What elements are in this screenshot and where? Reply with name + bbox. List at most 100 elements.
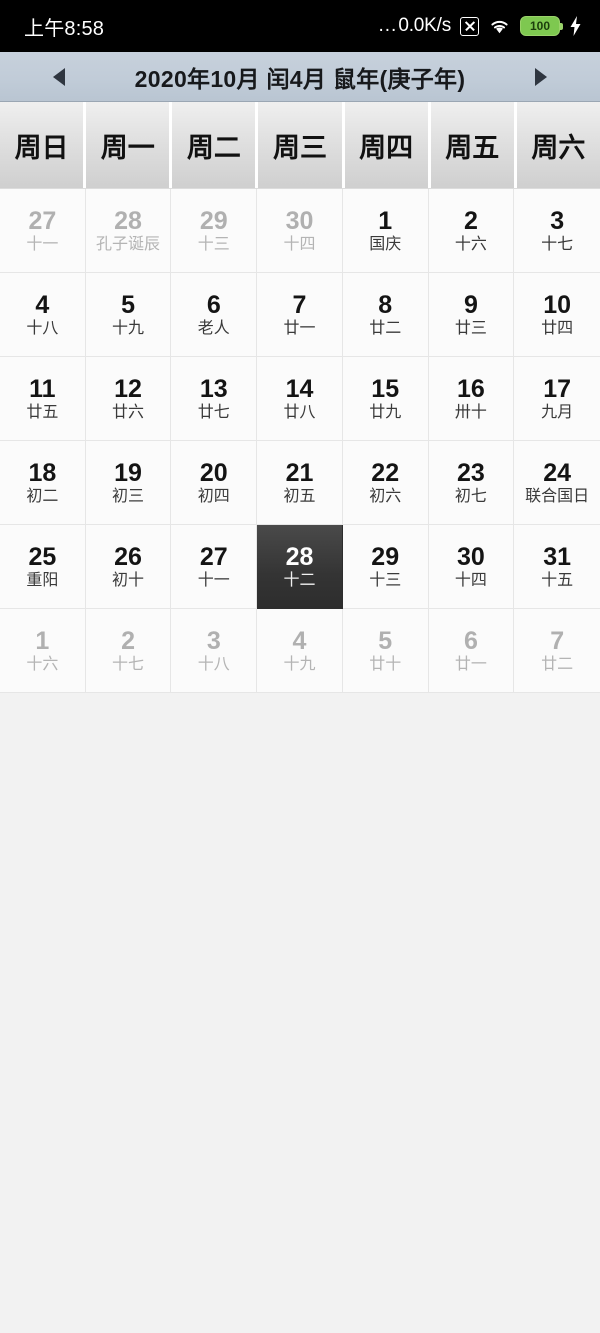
day-cell[interactable]: 30 十四: [257, 189, 343, 273]
day-cell[interactable]: 8 廿二: [342, 273, 429, 357]
day-cell[interactable]: 27 十一: [171, 525, 258, 609]
day-cell[interactable]: 10 廿四: [514, 273, 600, 357]
day-number: 31: [543, 542, 572, 571]
day-lunar-label: 廿二: [541, 655, 574, 673]
day-lunar-label: 国庆: [369, 235, 402, 253]
day-number: 5: [121, 290, 136, 319]
chevron-right-icon: [534, 67, 547, 86]
day-lunar-label: 十八: [197, 655, 230, 673]
day-cell[interactable]: 28 孔子诞辰: [85, 189, 172, 273]
day-cell[interactable]: 31 十五: [514, 525, 600, 609]
status-bar: 上午8:58 ... 0.0K/s 100: [0, 0, 600, 52]
day-lunar-label: 十五: [541, 571, 574, 589]
weekday-header-1: 周一: [86, 102, 170, 188]
day-lunar-label: 十六: [454, 235, 487, 253]
calendar-title-bar: 2020年10月 闰4月 鼠年(庚子年): [0, 52, 600, 102]
day-lunar-label: 初四: [197, 487, 230, 505]
day-cell[interactable]: 5 十九: [85, 273, 172, 357]
day-cell[interactable]: 17 九月: [514, 357, 600, 441]
day-cell[interactable]: 22 初六: [342, 441, 429, 525]
weekday-header-row: 周日 周一 周二 周三 周四 周五 周六: [0, 102, 600, 188]
day-lunar-label: 廿五: [26, 403, 59, 421]
day-cell[interactable]: 4 十九: [257, 609, 343, 693]
day-lunar-label: 十二: [283, 571, 316, 589]
day-number: 4: [292, 626, 307, 655]
day-cell[interactable]: 30 十四: [428, 525, 515, 609]
day-cell[interactable]: 1 国庆: [342, 189, 429, 273]
network-activity-dots-icon: ...: [378, 15, 398, 36]
day-cell[interactable]: 2 十七: [85, 609, 172, 693]
day-cell[interactable]: 15 廿九: [342, 357, 429, 441]
network-speed-value: 0.0K/s: [398, 15, 451, 36]
day-cell[interactable]: 28 十二: [257, 525, 343, 609]
day-lunar-label: 孔子诞辰: [96, 235, 161, 253]
content-area: [0, 693, 600, 1333]
day-lunar-label: 廿六: [112, 403, 145, 421]
day-cell[interactable]: 18 初二: [0, 441, 86, 525]
day-cell[interactable]: 20 初四: [171, 441, 258, 525]
day-number: 28: [114, 206, 142, 235]
day-lunar-label: 初五: [283, 487, 316, 505]
day-cell[interactable]: 16 卅十: [428, 357, 515, 441]
weekday-header-2: 周二: [172, 102, 256, 188]
day-number: 29: [371, 542, 400, 571]
day-number: 18: [28, 458, 57, 487]
day-cell[interactable]: 1 十六: [0, 609, 86, 693]
day-number: 3: [206, 626, 221, 655]
day-number: 25: [28, 542, 57, 571]
day-number: 2: [121, 626, 136, 655]
battery-icon: 100: [520, 16, 563, 36]
day-number: 26: [114, 542, 142, 571]
day-cell[interactable]: 7 廿二: [514, 609, 600, 693]
day-number: 7: [292, 290, 307, 319]
charging-bolt-icon: [570, 16, 581, 36]
day-cell[interactable]: 9 廿三: [428, 273, 515, 357]
day-number: 4: [35, 290, 50, 319]
day-cell[interactable]: 3 十七: [514, 189, 600, 273]
calendar-grid: 27 十一 28 孔子诞辰 29 十三 30 十四 1 国庆 2 十六 3 十七 4 十八 5 十九 6 老人 7 廿一 8…: [0, 188, 600, 693]
day-cell[interactable]: 25 重阳: [0, 525, 86, 609]
wifi-icon: [491, 20, 508, 34]
day-lunar-label: 十一: [26, 235, 59, 253]
day-lunar-label: 廿七: [197, 403, 230, 421]
day-cell[interactable]: 14 廿八: [257, 357, 343, 441]
battery-level-label: 100: [529, 19, 551, 33]
day-cell[interactable]: 19 初三: [85, 441, 172, 525]
day-cell[interactable]: 29 十三: [342, 525, 429, 609]
day-lunar-label: 十一: [197, 571, 230, 589]
day-lunar-label: 重阳: [26, 571, 59, 589]
day-number: 30: [285, 206, 314, 235]
day-cell[interactable]: 6 廿一: [428, 609, 515, 693]
day-number: 22: [371, 458, 400, 487]
day-cell[interactable]: 26 初十: [85, 525, 172, 609]
day-number: 1: [35, 626, 50, 655]
day-number: 30: [457, 542, 485, 571]
day-cell[interactable]: 13 廿七: [171, 357, 258, 441]
day-cell[interactable]: 24 联合国日: [514, 441, 600, 525]
day-cell[interactable]: 29 十三: [171, 189, 258, 273]
weekday-header-0: 周日: [0, 102, 84, 188]
day-cell[interactable]: 4 十八: [0, 273, 86, 357]
status-icons: ... 0.0K/s 100: [378, 15, 582, 37]
day-cell[interactable]: 6 老人: [171, 273, 258, 357]
day-lunar-label: 十四: [454, 571, 487, 589]
day-number: 3: [550, 206, 565, 235]
day-cell[interactable]: 21 初五: [257, 441, 343, 525]
weekday-header-5: 周五: [430, 102, 514, 188]
day-cell[interactable]: 5 廿十: [342, 609, 429, 693]
day-lunar-label: 廿八: [283, 403, 316, 421]
day-number: 14: [285, 374, 314, 403]
day-cell[interactable]: 7 廿一: [257, 273, 343, 357]
day-cell[interactable]: 27 十一: [0, 189, 86, 273]
day-cell[interactable]: 23 初七: [428, 441, 515, 525]
day-cell[interactable]: 2 十六: [428, 189, 515, 273]
day-number: 9: [463, 290, 478, 319]
day-lunar-label: 十三: [197, 235, 230, 253]
day-lunar-label: 初六: [369, 487, 402, 505]
prev-month-button[interactable]: [48, 65, 70, 89]
day-cell[interactable]: 11 廿五: [0, 357, 86, 441]
day-cell[interactable]: 12 廿六: [85, 357, 172, 441]
day-lunar-label: 联合国日: [525, 487, 590, 505]
next-month-button[interactable]: [530, 65, 552, 89]
day-cell[interactable]: 3 十八: [171, 609, 258, 693]
